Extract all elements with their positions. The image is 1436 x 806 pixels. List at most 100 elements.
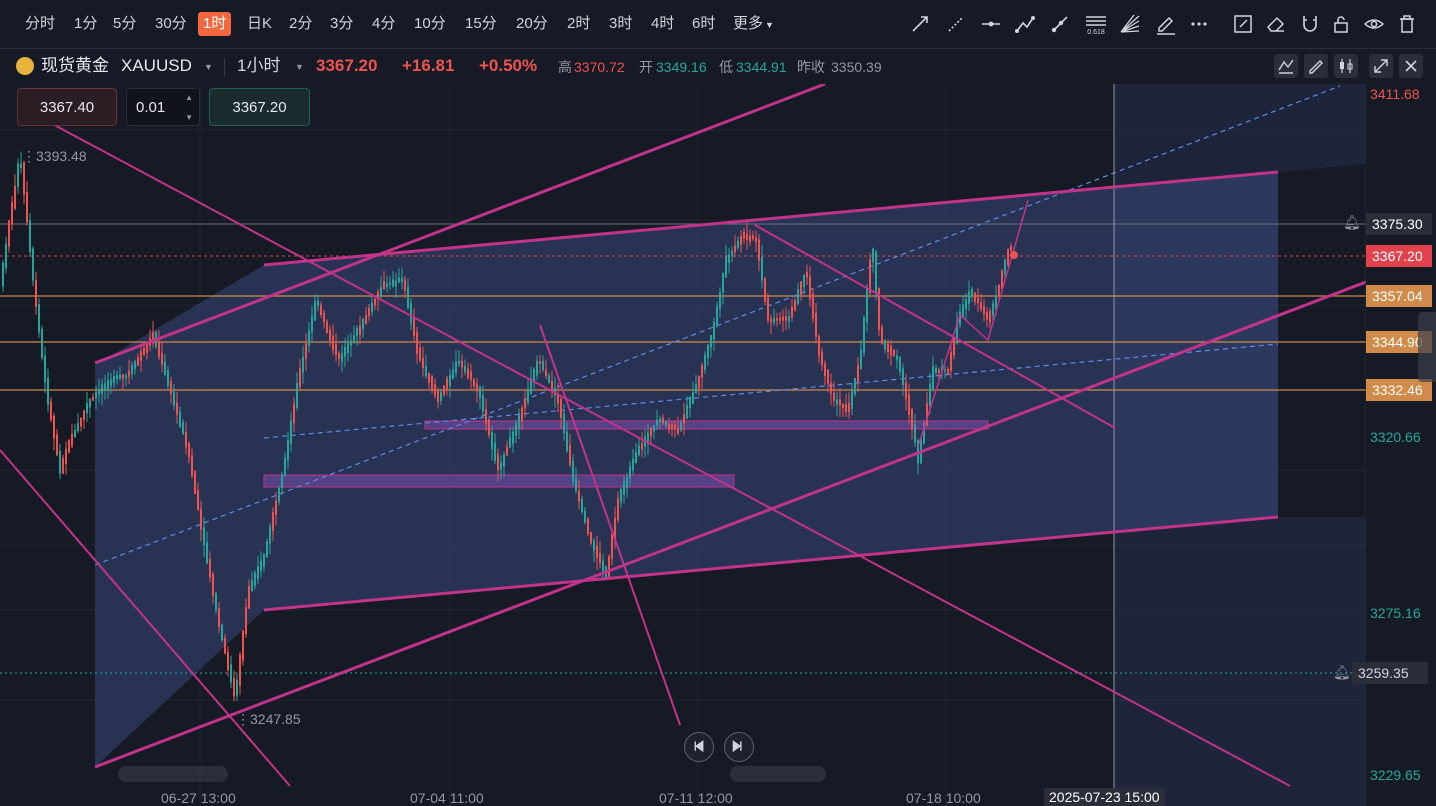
candle-body <box>401 277 403 283</box>
candle-body <box>464 365 466 373</box>
candle-body <box>866 288 868 323</box>
trend-line-icon[interactable] <box>908 12 932 36</box>
symbol-caret-icon[interactable]: ▼ <box>204 62 213 72</box>
candle-body <box>665 420 667 426</box>
candle-body <box>35 279 37 308</box>
candle-body <box>494 442 496 462</box>
timeframe-20min[interactable]: 20分 <box>513 12 551 36</box>
candle-body <box>701 364 703 378</box>
timeframe-1hour[interactable]: 1时 <box>198 12 232 36</box>
candle-body <box>977 297 979 304</box>
low-mark-label: ⋮3247.85 <box>236 711 301 727</box>
candle-body <box>539 361 541 365</box>
candle-body <box>272 512 274 532</box>
symbol-name[interactable]: 现货黄金 <box>41 56 109 76</box>
magnet-icon[interactable] <box>1298 12 1322 36</box>
prev-close-label: 昨收 <box>797 59 825 75</box>
candle-body <box>797 289 799 305</box>
timeframe-intraday[interactable]: 分时 <box>22 12 58 36</box>
candle-body <box>104 383 106 390</box>
buy-button[interactable]: 3367.20 <box>209 88 310 126</box>
sell-button[interactable]: 3367.40 <box>17 88 117 126</box>
alert-bell-icon[interactable]: 🔔︎ <box>1343 214 1361 231</box>
dashed-line-icon[interactable] <box>944 12 968 36</box>
timeframe-10min[interactable]: 10分 <box>411 12 449 36</box>
high-mark-value: 3393.48 <box>36 148 87 164</box>
price-axis[interactable] <box>1366 84 1436 806</box>
eye-icon[interactable] <box>1362 12 1386 36</box>
candle-type-icon[interactable] <box>1334 54 1358 78</box>
candle-body <box>674 424 676 429</box>
candle-body <box>431 375 433 390</box>
more-icon[interactable] <box>1187 12 1211 36</box>
timeframe-2min[interactable]: 2分 <box>286 12 315 36</box>
eraser-icon[interactable] <box>1264 12 1288 36</box>
prev-close-value: 3350.39 <box>831 59 882 75</box>
timeframe-2hour[interactable]: 2时 <box>564 12 593 36</box>
candle-body <box>482 394 484 412</box>
scroll-to-start-button[interactable] <box>684 732 714 762</box>
candle-body <box>848 402 850 413</box>
timeframe-3hour[interactable]: 3时 <box>606 12 635 36</box>
interval-selector[interactable]: 1小时 <box>237 56 280 76</box>
candle-body <box>98 389 100 395</box>
polyline-icon[interactable] <box>1013 12 1037 36</box>
draw-icon[interactable] <box>1304 54 1328 78</box>
scroll-to-end-button[interactable] <box>724 732 754 762</box>
symbol-code[interactable]: XAUUSD <box>121 56 192 76</box>
timeframe-5min[interactable]: 5分 <box>110 12 139 36</box>
candle-body <box>413 316 415 337</box>
candle-body <box>764 278 766 302</box>
candle-body <box>362 318 364 330</box>
candle-body <box>776 318 778 321</box>
timeframe-4min[interactable]: 4分 <box>369 12 398 36</box>
timeframe-6hour[interactable]: 6时 <box>689 12 718 36</box>
trash-icon[interactable] <box>1395 12 1419 36</box>
quantity-value[interactable]: 0.01 <box>136 99 165 116</box>
candle-body <box>164 361 166 375</box>
skip-back-icon <box>694 740 704 753</box>
horizontal-line-icon[interactable] <box>979 12 1003 36</box>
axis-scroll-handle[interactable] <box>1418 312 1436 382</box>
timeframe-4hour[interactable]: 4时 <box>648 12 677 36</box>
candle-body <box>668 423 670 430</box>
interval-caret-icon[interactable]: ▼ <box>295 62 304 72</box>
price-chart[interactable] <box>0 84 1366 806</box>
edit-icon[interactable] <box>1231 12 1255 36</box>
lock-icon[interactable] <box>1329 12 1353 36</box>
candle-body <box>845 404 847 413</box>
candle-body <box>335 343 337 356</box>
candle-body <box>170 381 172 394</box>
crosshair-time-label: 2025-07-23 15:00 <box>1044 788 1165 806</box>
timeframe-more-dropdown[interactable]: 更多 ▼ <box>730 12 777 36</box>
quantity-stepper[interactable]: 0.01 ▲ ▼ <box>126 88 200 126</box>
alert-bell-icon[interactable]: 🔔︎ <box>1333 664 1351 681</box>
ray-icon[interactable] <box>1048 12 1072 36</box>
fullscreen-icon[interactable] <box>1369 54 1393 78</box>
timeframe-3min[interactable]: 3分 <box>327 12 356 36</box>
brush-icon[interactable] <box>1154 12 1178 36</box>
timeframe-15min[interactable]: 15分 <box>462 12 500 36</box>
candle-body <box>65 449 67 464</box>
candle-body <box>1007 248 1009 265</box>
candle-body <box>737 240 739 248</box>
close-icon[interactable] <box>1399 54 1423 78</box>
candle-body <box>713 322 715 340</box>
timeframe-daily[interactable]: 日K <box>244 12 275 36</box>
candle-body <box>239 654 241 686</box>
indicator-icon[interactable] <box>1274 54 1298 78</box>
candle-body <box>527 388 529 403</box>
timeframe-30min[interactable]: 30分 <box>152 12 190 36</box>
fibonacci-icon[interactable]: 0.618 <box>1084 12 1108 36</box>
watermark-blur-right <box>730 766 826 782</box>
timeframe-1min[interactable]: 1分 <box>71 12 100 36</box>
stepper-down-icon[interactable]: ▼ <box>185 99 193 137</box>
candle-body <box>188 443 190 458</box>
gann-fan-icon[interactable] <box>1118 12 1142 36</box>
candle-body <box>287 439 289 461</box>
shaded-projection <box>1114 84 1366 806</box>
candle-body <box>77 423 79 432</box>
candle-body <box>254 572 256 586</box>
candle-body <box>491 432 493 450</box>
candle-body <box>650 427 652 437</box>
